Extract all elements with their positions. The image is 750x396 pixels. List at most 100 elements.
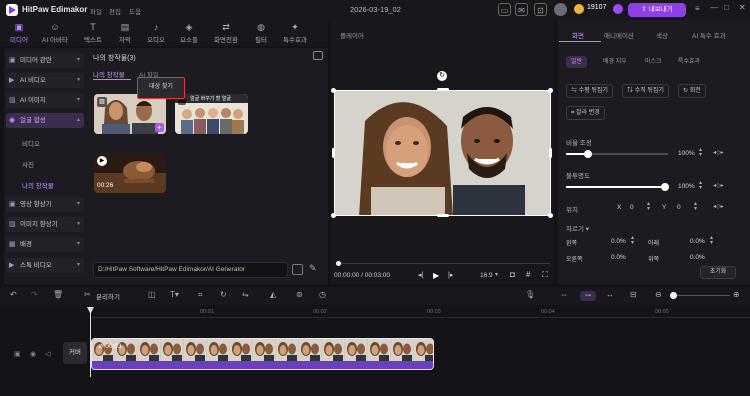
magnet-icon[interactable]: ⊶: [580, 291, 596, 301]
resize-handle[interactable]: [437, 214, 449, 217]
export-button[interactable]: ⇪ 내보내기: [628, 3, 686, 17]
crop-top-value[interactable]: 0.0%: [690, 254, 705, 261]
menu-edit[interactable]: 편집: [109, 6, 121, 16]
maximize-icon[interactable]: □: [724, 3, 729, 12]
speed-icon[interactable]: ◷: [319, 290, 326, 299]
resize-handle[interactable]: [332, 148, 335, 158]
scale-value[interactable]: 100%: [678, 150, 695, 157]
gift-icon[interactable]: ⊡: [534, 3, 547, 16]
sidebar-sub-my-creations[interactable]: 나의 창작물: [22, 180, 54, 190]
mirror-icon[interactable]: ⇋: [242, 290, 249, 299]
freeze-icon[interactable]: ◭: [270, 290, 276, 299]
redo-icon[interactable]: ↷: [31, 290, 38, 299]
subtab-effects[interactable]: 특수효과: [673, 56, 705, 68]
volume-icon[interactable]: ◁: [45, 350, 50, 358]
subtab-general[interactable]: 일반: [566, 56, 588, 68]
output-path-field[interactable]: D:/HitPaw Software/HitPaw Edimakor/AI Ge…: [93, 262, 288, 278]
zoom-slider-track[interactable]: [672, 295, 730, 296]
opacity-value[interactable]: 100%: [678, 183, 695, 190]
zoom-out-icon[interactable]: ⊖: [655, 290, 662, 299]
video-clip[interactable]: [91, 338, 434, 370]
rotate-button[interactable]: ↻ 회전: [678, 84, 706, 98]
split-icon[interactable]: ✂: [84, 290, 91, 299]
sidebar-item-stock-video[interactable]: ▶ 스톡 비디오 ▾: [6, 258, 84, 273]
subtab-remove-bg[interactable]: 배경 지우: [598, 56, 632, 68]
fit-icon[interactable]: ↔: [606, 290, 614, 299]
snapshot-icon[interactable]: ◘: [510, 270, 515, 279]
resize-handle[interactable]: [549, 148, 552, 158]
tab-color[interactable]: 색상: [656, 30, 668, 40]
minimize-icon[interactable]: —: [710, 3, 718, 12]
zoom-slider-knob[interactable]: [670, 292, 677, 299]
crop-right-value[interactable]: 0.0%: [611, 254, 626, 261]
stepper-icon[interactable]: ▴ ▾: [710, 235, 713, 246]
tool-subtitle[interactable]: ▤ 자막: [110, 22, 140, 44]
link-icon[interactable]: ⇔: [560, 290, 568, 299]
comment-icon[interactable]: [313, 51, 323, 60]
opacity-slider-knob[interactable]: [661, 183, 669, 191]
crop-tool-icon[interactable]: ⌗: [198, 290, 203, 300]
track-icon[interactable]: ⊟: [630, 290, 637, 299]
player-progress-track[interactable]: [338, 263, 550, 264]
stepper-icon[interactable]: ▴ ▾: [699, 180, 702, 191]
close-icon[interactable]: ✕: [739, 3, 746, 12]
pos-x-value[interactable]: 0: [630, 204, 634, 211]
find-target-tooltip[interactable]: 대상 찾기: [137, 77, 185, 99]
tool-media[interactable]: ▣ 미디어: [4, 22, 34, 44]
resize-handle[interactable]: [548, 213, 553, 218]
resize-handle[interactable]: [331, 213, 336, 218]
lock-icon[interactable]: ▣: [14, 350, 21, 358]
sidebar-item-video-enhancer[interactable]: ▣ 영상 향상기 ▾: [6, 197, 84, 212]
pos-y-value[interactable]: 0: [677, 204, 681, 211]
tab-animation[interactable]: 애니메이션: [604, 30, 634, 40]
subtab-mask[interactable]: 마스크: [640, 56, 667, 68]
coin-add-icon[interactable]: [613, 4, 623, 14]
tool-ai-avatar[interactable]: ☺ AI 아바타: [40, 22, 70, 44]
resize-handle[interactable]: [331, 88, 336, 93]
sidebar-item-ai-video[interactable]: ▶ AI 비디오 ▾: [6, 73, 84, 88]
tool-audio[interactable]: ♪ 오디오: [141, 22, 171, 44]
delete-icon[interactable]: 🗑: [53, 290, 63, 299]
resize-handle[interactable]: [437, 88, 449, 91]
crop-change-button[interactable]: ⌗ 잘라 변경: [566, 106, 605, 120]
flip-vertical-button[interactable]: ⇅ 수직 뒤집기: [622, 84, 669, 98]
tab-my-creations[interactable]: 나의 창작물: [93, 69, 125, 79]
play-button[interactable]: ▶: [433, 271, 439, 280]
sidebar-item-ai-image[interactable]: ▨ AI 이미지 ▾: [6, 93, 84, 108]
tab-ai-effects[interactable]: AI 특수 효과: [692, 30, 726, 40]
sidebar-item-media-related[interactable]: ▣ 미디어 관련 ▾: [6, 53, 84, 68]
stepper-icon[interactable]: ▴ ▾: [699, 147, 702, 158]
prev-frame-icon[interactable]: ◂|: [418, 271, 423, 279]
rotate-tool-icon[interactable]: ↻: [220, 290, 227, 299]
stepper-icon[interactable]: ▴ ▾: [694, 201, 697, 212]
tool-text[interactable]: T 텍스트: [78, 22, 108, 44]
resize-handle[interactable]: [548, 88, 553, 93]
sidebar-sub-photo[interactable]: 사진: [22, 159, 34, 169]
stepper-icon[interactable]: ▴ ▾: [647, 201, 650, 212]
split-label[interactable]: 분리하기: [96, 291, 120, 301]
undo-icon[interactable]: ↶: [10, 290, 17, 299]
chevron-down-icon[interactable]: ▾: [495, 271, 498, 278]
flip-horizontal-button[interactable]: ⇋ 수평 뒤집기: [566, 84, 613, 98]
crop-left-value[interactable]: 0.0%: [611, 238, 626, 245]
tool-elements[interactable]: ◈ 요소들: [174, 22, 204, 44]
sidebar-item-background[interactable]: ▦ 배경 ▾: [6, 237, 84, 252]
scale-slider-knob[interactable]: [584, 150, 592, 158]
grid-icon[interactable]: #: [526, 270, 530, 279]
player-progress-knob[interactable]: [336, 261, 341, 266]
eye-icon[interactable]: ◉: [30, 350, 36, 358]
play-icon[interactable]: ▶: [97, 156, 107, 166]
record-icon[interactable]: ⊚: [296, 290, 303, 299]
sidebar-item-face-swap[interactable]: ◉ 얼굴 합성 ▴: [6, 113, 84, 128]
sidebar-sub-video[interactable]: 비디오: [22, 138, 40, 148]
zoom-in-icon[interactable]: ⊕: [733, 290, 740, 299]
add-icon[interactable]: +: [155, 123, 164, 132]
rotate-handle-icon[interactable]: ↻: [437, 71, 447, 81]
folder-open-icon[interactable]: [292, 264, 303, 275]
playhead[interactable]: [90, 307, 91, 377]
keyframe-icon[interactable]: ◂◇▸: [713, 203, 724, 210]
tool-transition[interactable]: ⇄ 화면전환: [209, 22, 243, 44]
fullscreen-icon[interactable]: ⛶: [542, 270, 548, 280]
tab-screen[interactable]: 화면: [572, 30, 584, 40]
stepper-icon[interactable]: ▴ ▾: [631, 235, 634, 246]
